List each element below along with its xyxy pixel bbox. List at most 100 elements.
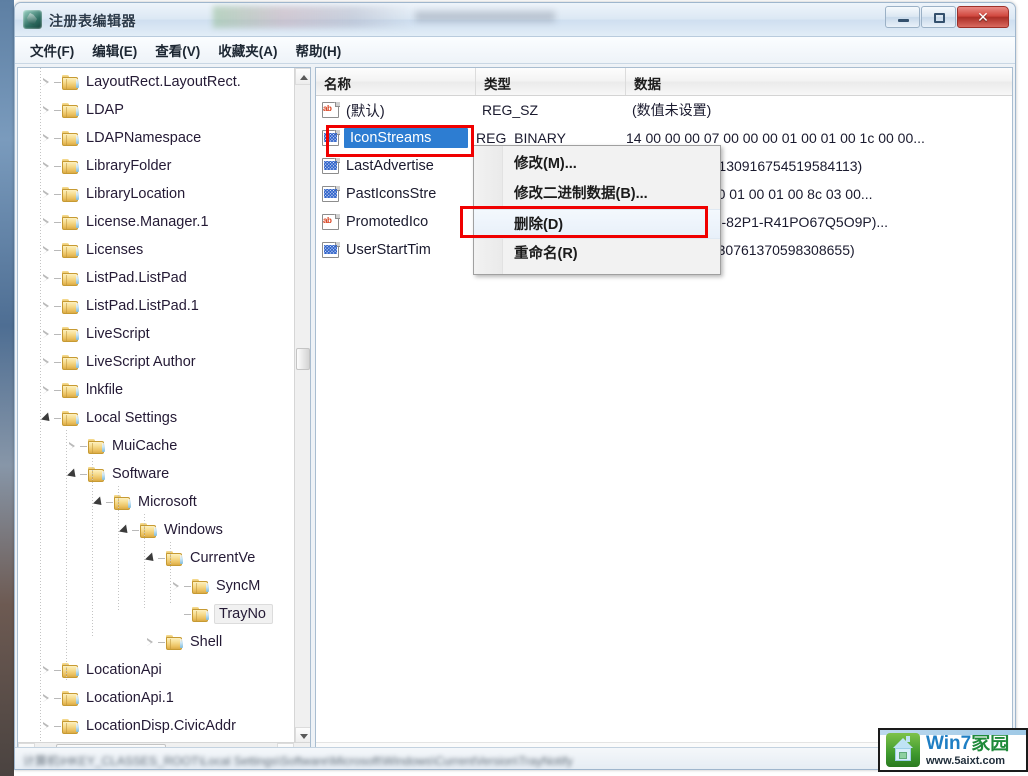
tree-connector-line	[54, 305, 61, 307]
tree-node[interactable]: Microsoft	[18, 488, 296, 516]
tree-connector-line	[184, 613, 191, 615]
collapse-triangle-icon[interactable]	[40, 404, 54, 432]
expand-triangle-icon[interactable]	[40, 208, 54, 236]
collapse-triangle-icon[interactable]	[144, 544, 158, 572]
tree-node-label: CurrentVe	[190, 550, 256, 566]
tree-node[interactable]: CurrentVe	[18, 544, 296, 572]
tree-connector-line	[54, 333, 61, 335]
registry-key-folder-icon	[62, 158, 80, 174]
tree-node-label: LibraryLocation	[86, 186, 186, 202]
expand-triangle-icon[interactable]	[40, 236, 54, 264]
expand-triangle-icon[interactable]	[40, 320, 54, 348]
tree-scroll-up-button[interactable]	[295, 68, 310, 85]
registry-key-folder-icon	[62, 354, 80, 370]
tree-node[interactable]: MuiCache	[18, 432, 296, 460]
collapse-triangle-icon[interactable]	[92, 488, 106, 516]
expand-triangle-icon[interactable]	[40, 180, 54, 208]
window-title: 注册表编辑器	[49, 13, 136, 29]
registry-value-type: REG_BINARY	[476, 130, 566, 146]
registry-key-folder-icon	[88, 438, 106, 454]
close-button[interactable]: ✕	[957, 6, 1009, 28]
tree-node-label: LibraryFolder	[86, 158, 172, 174]
ctx-rename[interactable]: 重命名(R)	[474, 239, 720, 269]
tree-node[interactable]: ListPad.ListPad.1	[18, 292, 296, 320]
tree-connector-line	[106, 501, 113, 503]
tree-connector-line	[54, 109, 61, 111]
menu-file[interactable]: 文件(F)	[21, 37, 83, 63]
expand-triangle-icon[interactable]	[66, 432, 80, 460]
tree-node[interactable]: SyncM	[18, 572, 296, 600]
registry-value-name: LastAdvertise	[346, 158, 434, 174]
tree-node-label: TrayNo	[214, 604, 273, 624]
maximize-button[interactable]	[921, 6, 956, 28]
expand-triangle-icon[interactable]	[40, 124, 54, 152]
tree-node[interactable]: Software	[18, 460, 296, 488]
expand-triangle-icon[interactable]	[40, 712, 54, 740]
binary-value-icon	[322, 242, 340, 258]
column-header-data[interactable]: 数据	[626, 68, 1012, 95]
menu-view[interactable]: 查看(V)	[146, 37, 209, 63]
registry-key-folder-icon	[62, 718, 80, 734]
tree-node[interactable]: LayoutRect.LayoutRect.	[18, 68, 296, 96]
registry-value-row[interactable]: ab (默认) REG_SZ (数值未设置)	[316, 96, 1012, 124]
registry-key-folder-icon	[62, 410, 80, 426]
expand-triangle-icon[interactable]	[170, 572, 184, 600]
tree-node[interactable]: Licenses	[18, 236, 296, 264]
expand-triangle-icon[interactable]	[40, 152, 54, 180]
tree-node[interactable]: TrayNo	[18, 600, 296, 628]
minimize-icon	[898, 19, 909, 22]
tree-node[interactable]: LDAP	[18, 96, 296, 124]
tree-connector-line	[54, 165, 61, 167]
tree-node[interactable]: LibraryFolder	[18, 152, 296, 180]
tree-node[interactable]: LDAPNamespace	[18, 124, 296, 152]
watermark-title-cn: 家园	[971, 732, 1010, 754]
menu-edit[interactable]: 编辑(E)	[83, 37, 146, 63]
column-header-type[interactable]: 类型	[476, 68, 626, 95]
tree-node-label: LDAP	[86, 102, 124, 118]
tree-node[interactable]: LocationDisp.CivicAddr	[18, 712, 296, 740]
tree-node[interactable]: License.Manager.1	[18, 208, 296, 236]
tree-node-label: LocationApi	[86, 662, 162, 678]
collapse-triangle-icon[interactable]	[66, 460, 80, 488]
expand-triangle-icon[interactable]	[40, 376, 54, 404]
column-header-name[interactable]: 名称	[316, 68, 476, 95]
tree-node-label: Licenses	[86, 242, 144, 258]
tree-node[interactable]: Local Settings	[18, 404, 296, 432]
tree-node[interactable]: LiveScript Author	[18, 348, 296, 376]
tree-node[interactable]: LocationApi	[18, 656, 296, 684]
ctx-modify[interactable]: 修改(M)...	[474, 149, 720, 179]
ctx-delete[interactable]: 删除(D)	[474, 209, 720, 239]
tree-scrollbar-thumb[interactable]	[296, 348, 310, 370]
tree-node-label: Windows	[164, 522, 223, 538]
expand-triangle-icon[interactable]	[40, 656, 54, 684]
tree-node[interactable]: LibraryLocation	[18, 180, 296, 208]
collapse-triangle-icon[interactable]	[118, 516, 132, 544]
expand-triangle-icon[interactable]	[40, 684, 54, 712]
expand-triangle-icon[interactable]	[40, 292, 54, 320]
tree-connector-line	[158, 557, 165, 559]
expand-triangle-icon[interactable]	[144, 628, 158, 656]
tree-node[interactable]: lnkfile	[18, 376, 296, 404]
minimize-button[interactable]	[885, 6, 920, 28]
watermark-url: www.5aixt.com	[926, 754, 1006, 767]
menu-help[interactable]: 帮助(H)	[287, 37, 351, 63]
tree-node[interactable]: LocationApi.1	[18, 684, 296, 712]
tree-node[interactable]: LiveScript	[18, 320, 296, 348]
registry-editor-window: 注册表编辑器 ✕ 文件(F) 编辑(E) 查看(V) 收藏夹(A) 帮助(H) …	[14, 2, 1016, 770]
expand-triangle-icon[interactable]	[40, 264, 54, 292]
tree-node-label: Software	[112, 466, 170, 482]
tree-node-label: LiveScript	[86, 326, 150, 342]
registry-key-folder-icon	[166, 550, 184, 566]
registry-key-folder-icon	[62, 102, 80, 118]
menu-favorites[interactable]: 收藏夹(A)	[209, 37, 286, 63]
tree-vertical-scrollbar[interactable]	[294, 68, 310, 744]
expand-triangle-icon[interactable]	[40, 96, 54, 124]
tree-node[interactable]: Windows	[18, 516, 296, 544]
expand-triangle-icon[interactable]	[40, 348, 54, 376]
tree-node[interactable]: Shell	[18, 628, 296, 656]
tree-connector-line	[132, 529, 139, 531]
expand-triangle-icon[interactable]	[40, 68, 54, 96]
tree-node-label: Shell	[190, 634, 223, 650]
tree-node[interactable]: ListPad.ListPad	[18, 264, 296, 292]
ctx-modify-binary[interactable]: 修改二进制数据(B)...	[474, 179, 720, 209]
